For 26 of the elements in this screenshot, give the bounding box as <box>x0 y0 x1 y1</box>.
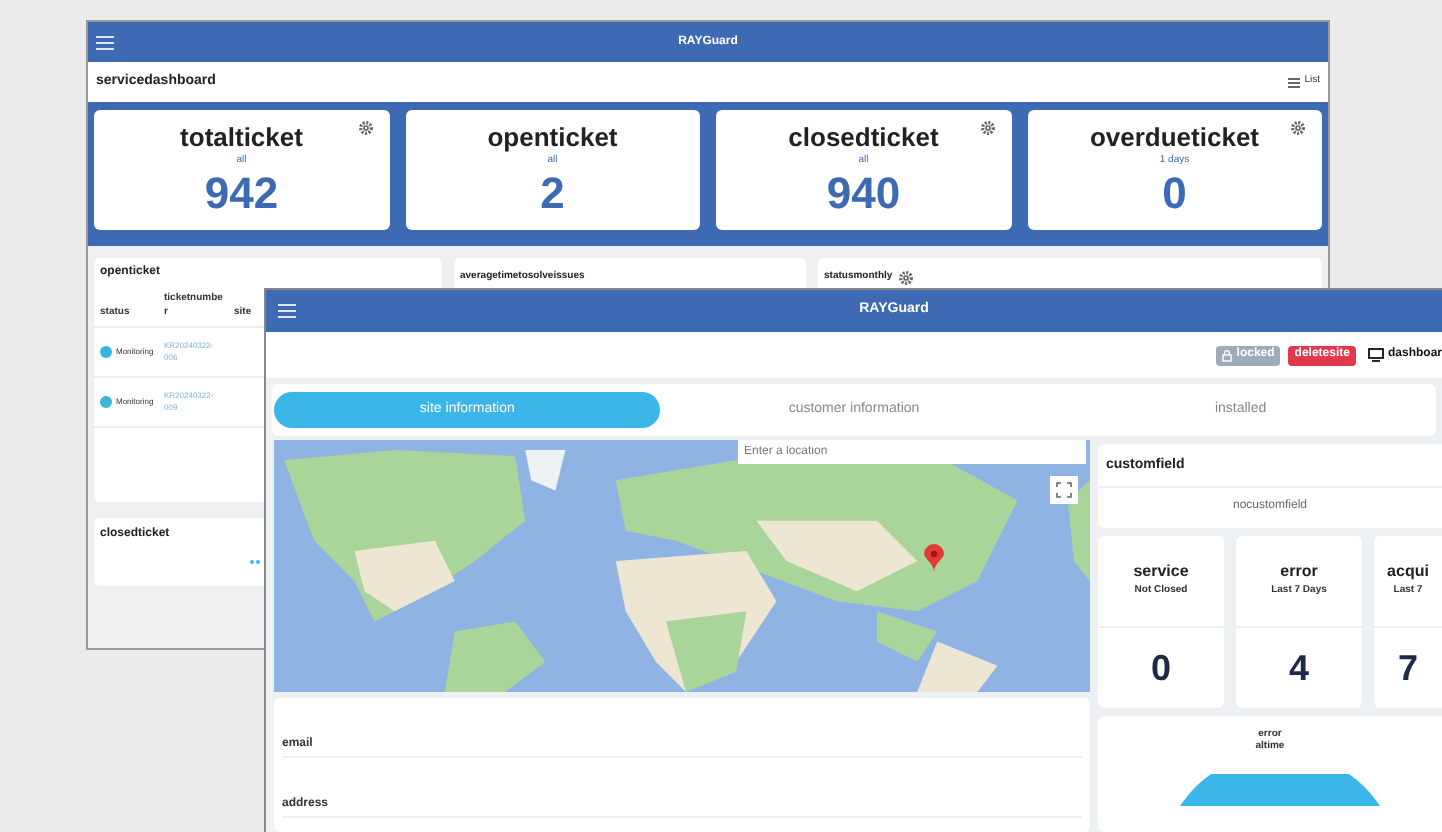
stat-title: acqui <box>1387 563 1429 580</box>
lock-icon <box>1222 349 1233 361</box>
fullscreen-icon <box>1056 482 1072 498</box>
list-icon <box>1288 77 1301 87</box>
card-title: closedticket <box>788 124 939 150</box>
stat-value: 4 <box>1288 650 1309 686</box>
menu-icon[interactable] <box>278 304 296 318</box>
stat-title: error <box>1280 563 1318 580</box>
fullscreen-button[interactable] <box>1050 476 1078 504</box>
location-pin-icon <box>924 544 944 572</box>
card-value: 0 <box>1162 172 1187 216</box>
monitor-icon <box>1367 348 1384 362</box>
settings-icon[interactable] <box>898 270 915 286</box>
stat-value: 0 <box>1150 650 1171 686</box>
settings-icon[interactable] <box>357 120 373 136</box>
stat-value: 7 <box>1397 650 1418 686</box>
card-value: 942 <box>204 172 279 216</box>
settings-icon[interactable] <box>979 120 995 136</box>
card-title: overdueticket <box>1089 124 1260 150</box>
card-value: 2 <box>540 172 565 216</box>
card-title: openticket <box>487 124 618 150</box>
stat-title: service <box>1133 563 1189 580</box>
settings-icon[interactable] <box>1290 120 1306 136</box>
menu-icon[interactable] <box>96 35 114 49</box>
card-title: totalticket <box>180 124 303 150</box>
card-value: 940 <box>826 172 901 216</box>
